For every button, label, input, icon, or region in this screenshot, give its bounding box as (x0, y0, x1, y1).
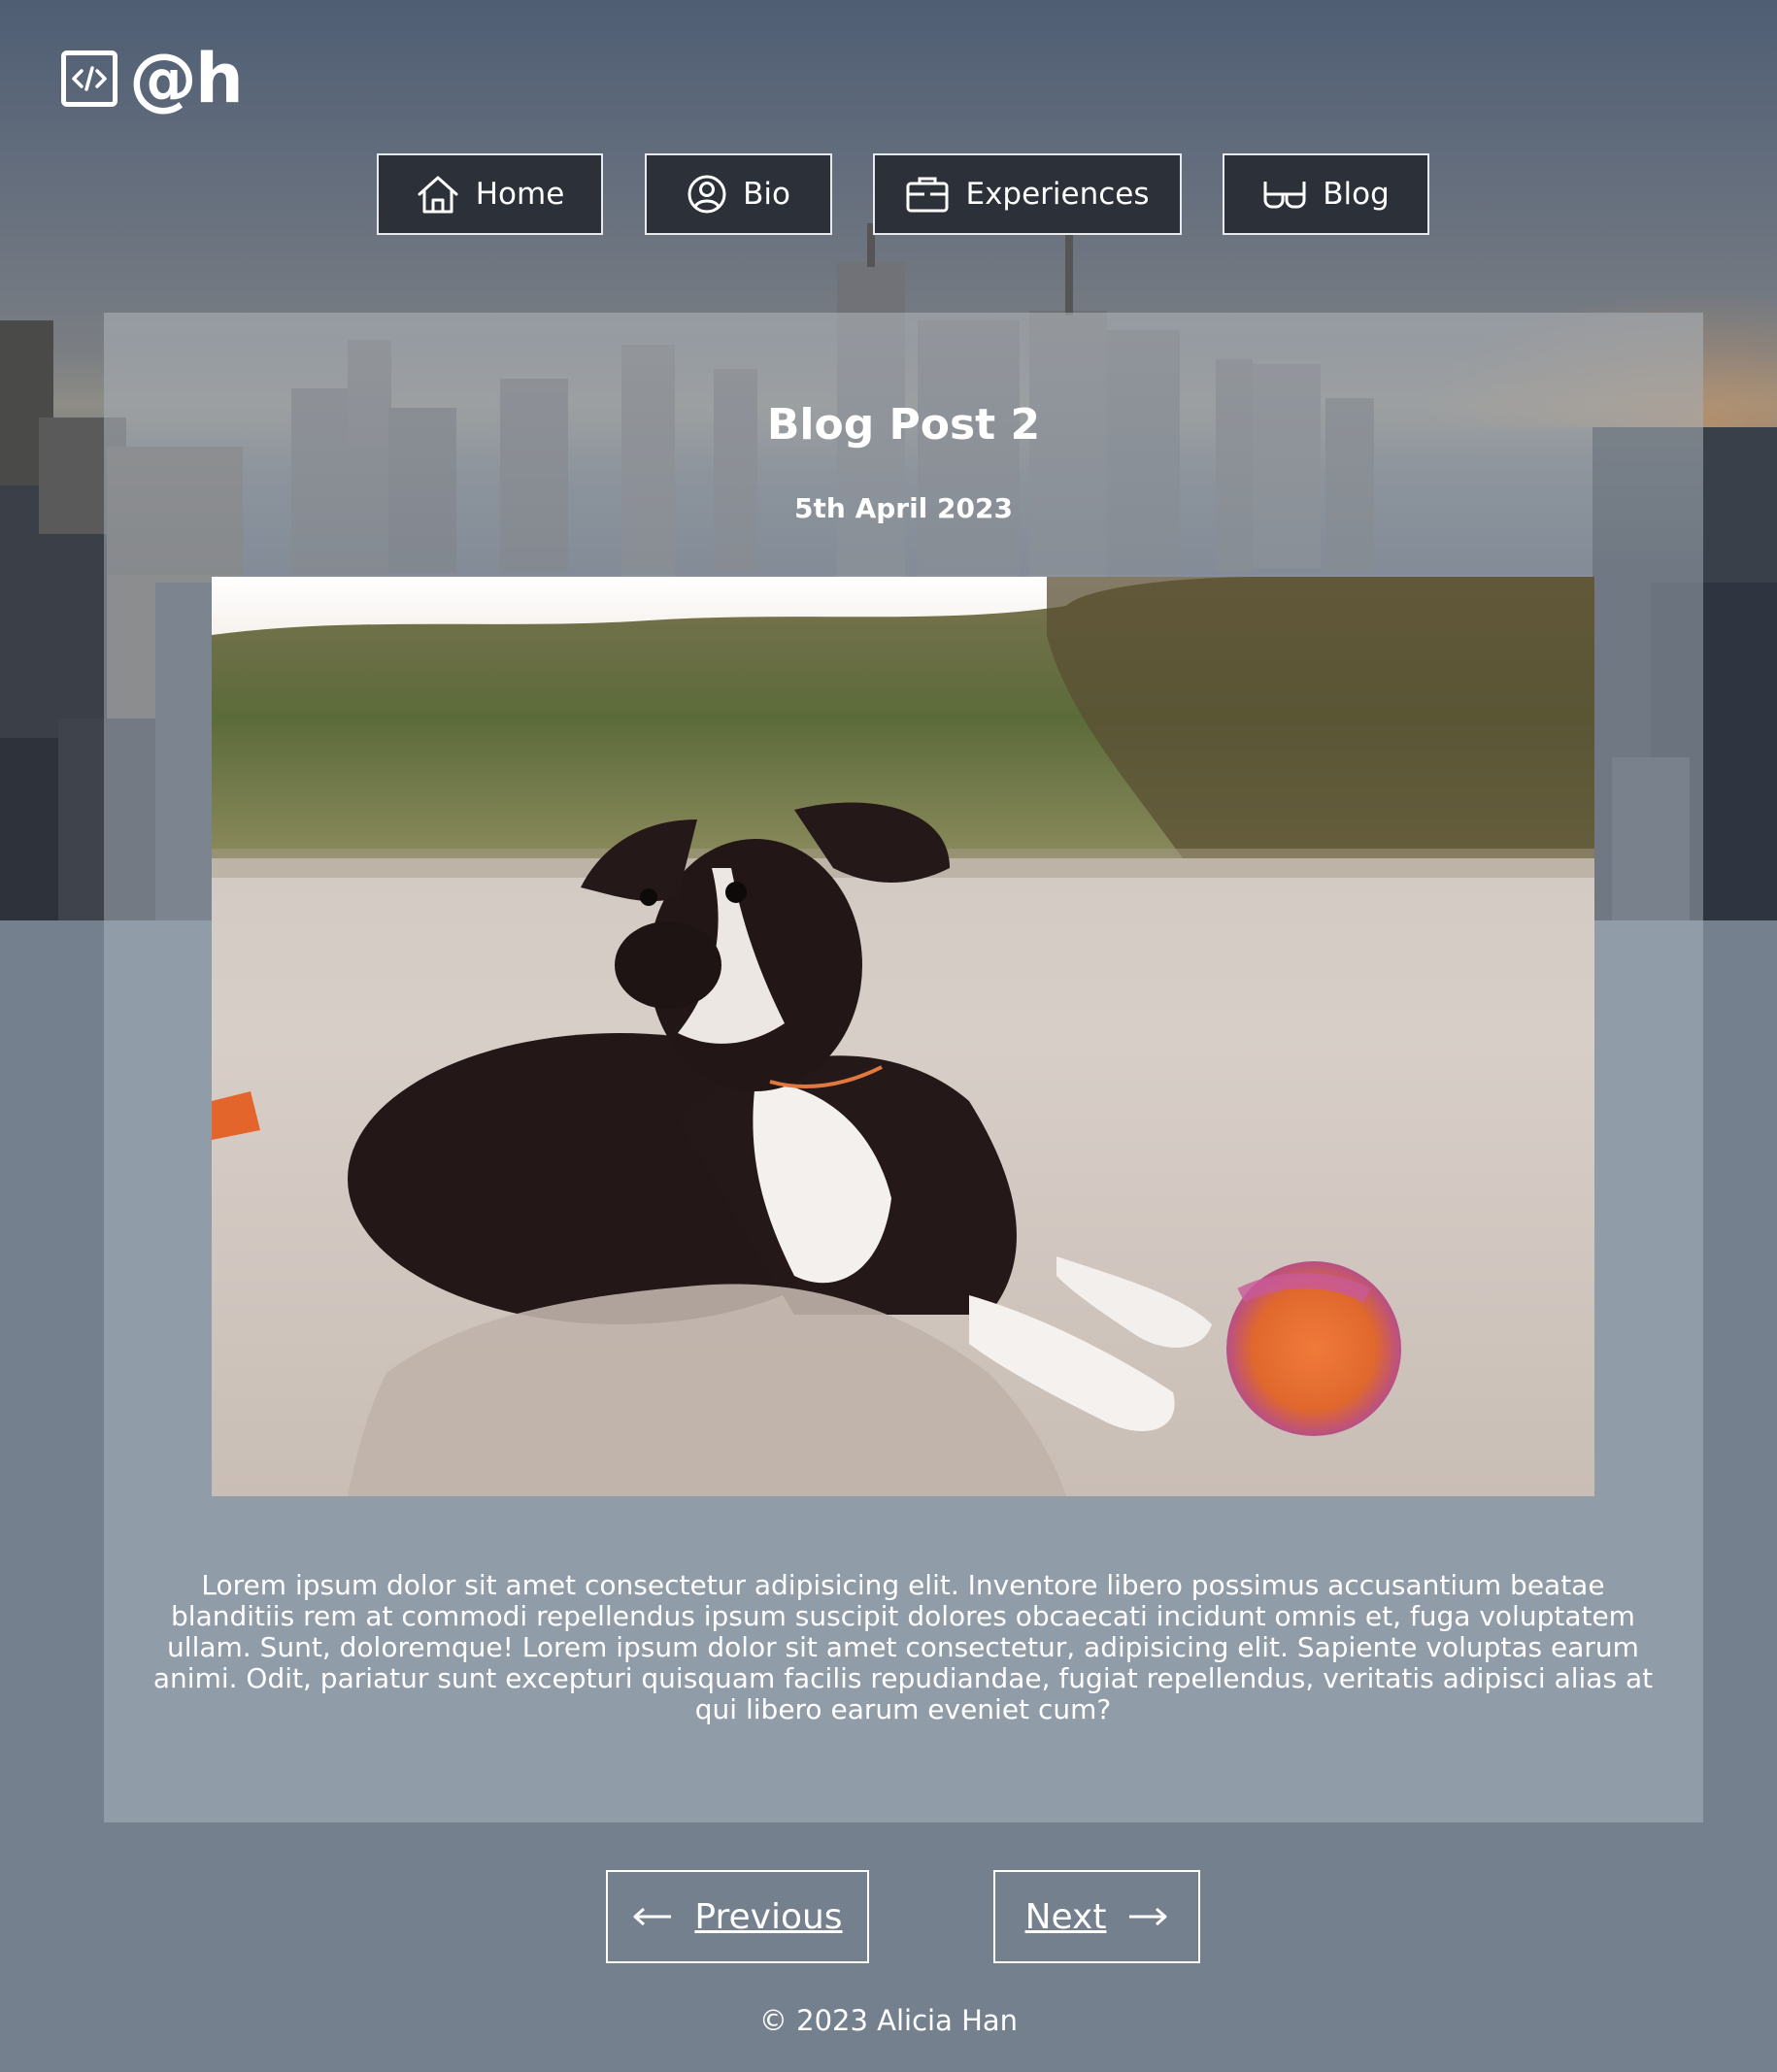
arrow-right-icon (1129, 1907, 1167, 1926)
post-image (212, 577, 1594, 1496)
arrow-left-icon (633, 1907, 672, 1926)
previous-post-button[interactable]: Previous (606, 1870, 869, 1963)
briefcase-icon (906, 177, 949, 213)
footer-copyright: © 2023 Alicia Han (758, 2004, 1019, 2037)
code-icon (61, 50, 117, 107)
nav-home-button[interactable]: Home (377, 153, 603, 235)
nav-experiences-label: Experiences (965, 177, 1150, 212)
post-body-text: Lorem ipsum dolor sit amet consectetur a… (152, 1569, 1654, 1725)
previous-post-label: Previous (694, 1896, 843, 1937)
nav-bio-button[interactable]: Bio (645, 153, 832, 235)
logo-text: @h (129, 39, 244, 118)
post-date: 5th April 2023 (794, 492, 1013, 524)
user-circle-icon (687, 175, 726, 214)
post-title: Blog Post 2 (766, 400, 1041, 450)
nav-blog-label: Blog (1323, 177, 1390, 212)
glasses-icon (1263, 182, 1306, 209)
home-icon (418, 176, 458, 214)
site-logo[interactable]: @h (61, 39, 244, 118)
next-post-button[interactable]: Next (993, 1870, 1200, 1963)
nav-blog-button[interactable]: Blog (1223, 153, 1429, 235)
nav-bio-label: Bio (743, 177, 790, 212)
nav-home-label: Home (475, 177, 565, 212)
main-nav: Home Bio Experiences Blog (0, 153, 1777, 235)
next-post-label: Next (1024, 1896, 1107, 1937)
nav-experiences-button[interactable]: Experiences (873, 153, 1182, 235)
